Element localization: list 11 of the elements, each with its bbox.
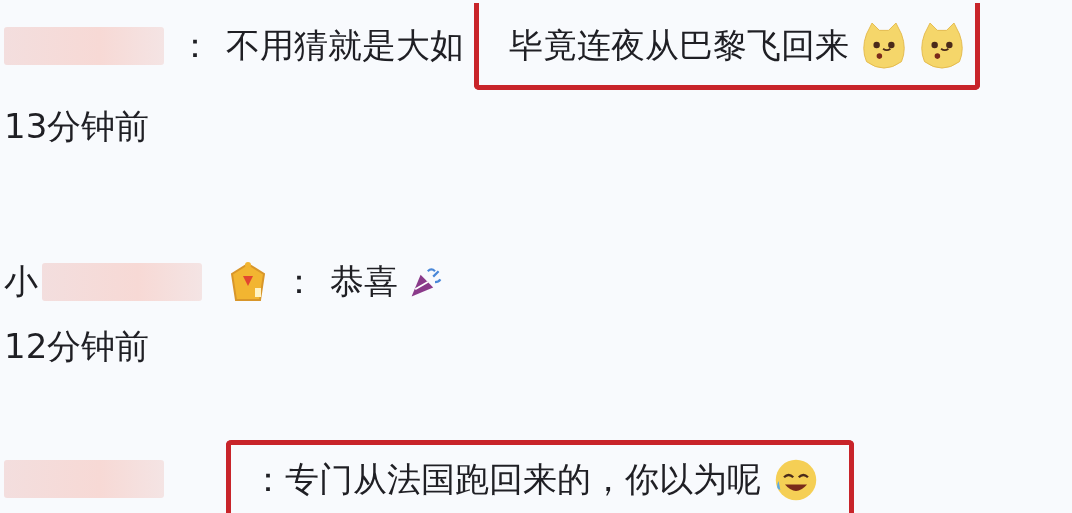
comment-text: ： <box>282 260 316 303</box>
comment-text: 不用猜就是大如 <box>226 24 464 67</box>
dog-face-icon <box>861 20 907 71</box>
comment-text: 恭喜 <box>330 260 398 303</box>
comment-time: 13分钟前 <box>4 105 151 148</box>
dog-face-icon <box>919 20 965 71</box>
user-name[interactable]: 小 <box>4 259 38 305</box>
comment-text: 毕竟连夜从巴黎飞回来 <box>509 23 849 67</box>
comment-time: 12分钟前 <box>4 325 151 368</box>
comment-text: ： <box>178 24 212 67</box>
comment-text: ：专门从法国跑回来的，你以为呢 <box>251 458 761 501</box>
